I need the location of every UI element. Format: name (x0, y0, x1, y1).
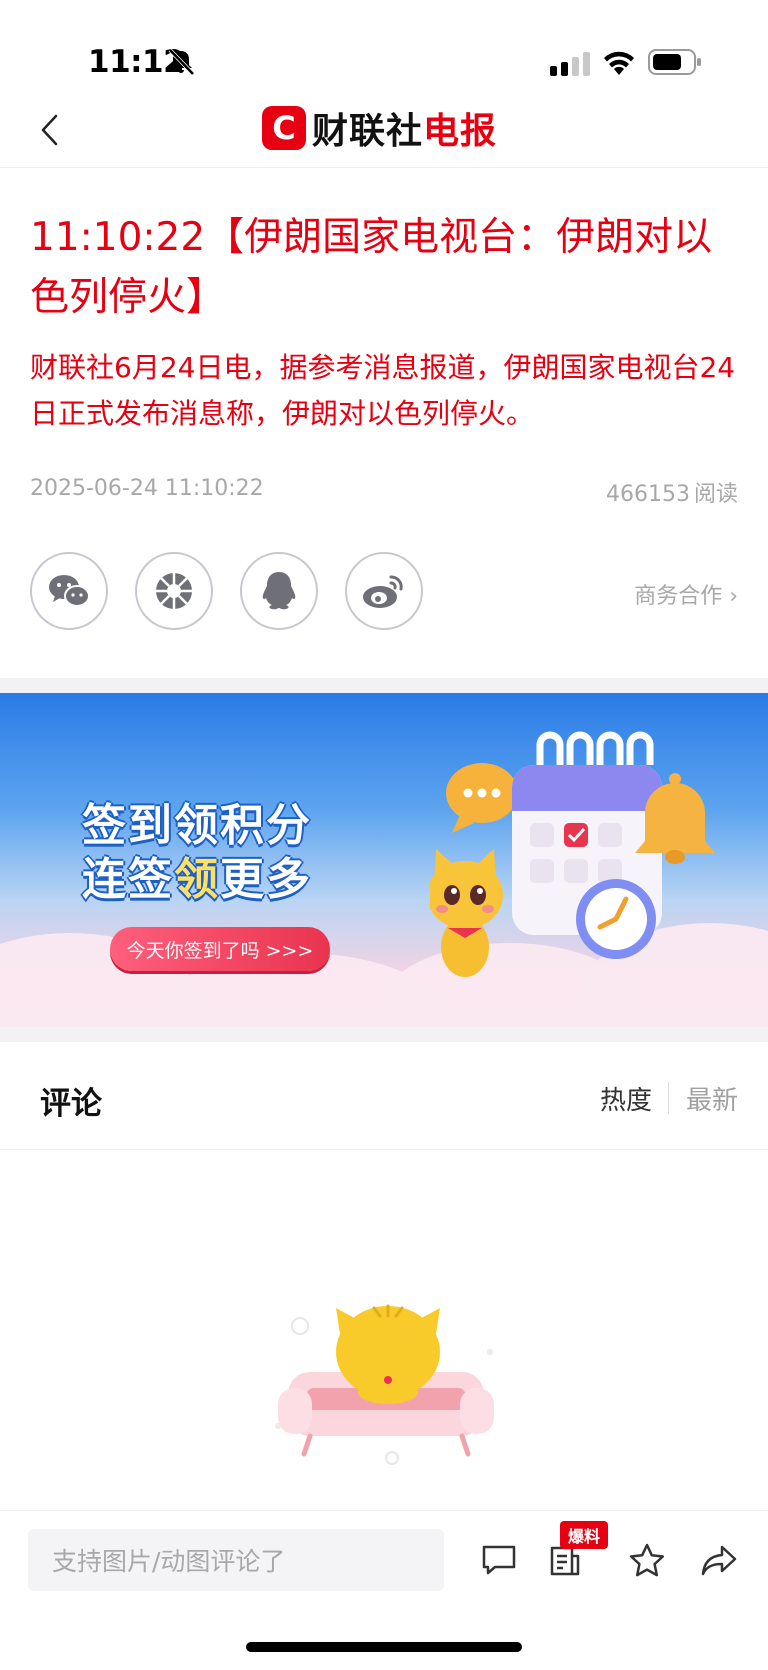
banner-title-line2: 连签领更多 (82, 854, 312, 905)
top-nav: C 财联社 电报 (0, 96, 768, 168)
home-indicator (246, 1642, 522, 1652)
favorite-button[interactable] (626, 1539, 668, 1581)
comments-button[interactable] (478, 1539, 520, 1581)
section-divider (0, 678, 768, 693)
empty-comments-illustration (275, 1304, 494, 1465)
read-count-value: 466153 (606, 482, 690, 507)
share-weibo-button[interactable] (345, 552, 423, 630)
share-qq-button[interactable] (240, 552, 318, 630)
share-button[interactable] (698, 1539, 740, 1581)
read-count-label: 阅读 (693, 482, 738, 507)
share-row (30, 552, 423, 632)
comment-bubble-icon (482, 1545, 516, 1575)
star-icon (629, 1543, 665, 1577)
cellular-signal-icon (550, 52, 590, 76)
comment-input[interactable]: 支持图片/动图评论了 (28, 1529, 444, 1591)
cat-mascot (430, 849, 503, 977)
cls-telegraph-logo: C 财联社 电报 (262, 104, 497, 152)
logo-mark: C (262, 106, 306, 150)
signin-cta-button[interactable]: 今天你签到了吗 >>> (110, 927, 330, 971)
status-bar: 11:12 (0, 0, 768, 100)
sort-divider (668, 1082, 669, 1114)
wechat-icon (49, 575, 90, 607)
comments-header: 评论 热度 最新 (0, 1042, 768, 1150)
moments-icon (156, 573, 192, 609)
qq-icon (262, 572, 296, 610)
wifi-icon (604, 51, 634, 75)
calendar-mascot-illustration (430, 731, 715, 977)
battery-icon (648, 49, 701, 75)
article-lead: 财联社6月24日电，据参考消息报道，伊朗国家电视台24日正式发布消息称，伊朗对以… (30, 351, 736, 430)
logo-text-brand: 财联社 (312, 111, 424, 152)
share-wechat-button[interactable] (30, 552, 108, 630)
share-moments-button[interactable] (135, 552, 213, 630)
publish-date: 2025-06-24 11:10:22 (30, 476, 264, 501)
logo-text-telegraph: 电报 (423, 111, 498, 152)
chat-bubble-icon (446, 763, 518, 833)
article-headline: 11:10:22【伊朗国家电视台：伊朗对以色列停火】 (30, 215, 713, 320)
signin-promo-banner[interactable]: 签到领积分 连签领更多 今天你签到了吗 >>> (0, 693, 768, 1027)
chevron-left-icon (41, 114, 58, 146)
read-count: 466153 阅读 (602, 476, 738, 508)
clock-icon (576, 879, 656, 959)
section-divider (0, 1027, 768, 1042)
business-cooperation-link[interactable]: 商务合作 › (634, 578, 738, 610)
weibo-icon (363, 575, 403, 608)
tip-off-badge: 爆料 (560, 1521, 609, 1549)
sort-by-latest-tab[interactable]: 最新 (686, 1080, 738, 1117)
sort-by-hot-tab[interactable]: 热度 (600, 1080, 652, 1117)
bell-off-icon (168, 48, 195, 76)
back-button[interactable] (30, 106, 70, 154)
share-arrow-icon (701, 1545, 737, 1576)
comments-title: 评论 (40, 1086, 102, 1122)
